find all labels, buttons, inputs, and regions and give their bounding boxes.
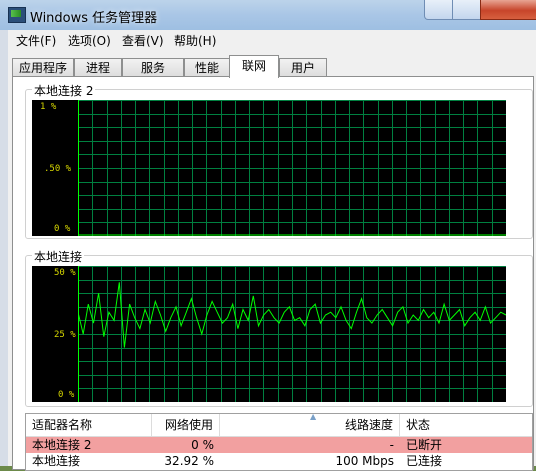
minimize-button[interactable] (424, 0, 453, 20)
y-label-mid: 25 % (54, 330, 76, 340)
menu-bar: 文件(F) 选项(O) 查看(V) 帮助(H) (8, 30, 536, 50)
window-title: Windows 任务管理器 (30, 11, 158, 26)
y-label-max: 50 % (54, 268, 76, 278)
y-label-min: 0 % (58, 390, 75, 400)
tab-applications[interactable]: 应用程序 (12, 58, 74, 77)
client-area: 应用程序 进程 服务 性能 联网 用户 本地连接 2 1 % .50 % 0 %… (8, 50, 536, 471)
adapter-name: 本地连接 2 (32, 438, 92, 452)
table-row[interactable]: 本地连接 2 0 % - 已断开 (26, 437, 532, 453)
adapter-usage: 0 % (191, 438, 214, 452)
adapter-usage: 32.92 % (164, 454, 214, 468)
graph-plot-1 (78, 100, 506, 236)
menu-options[interactable]: 选项(O) (68, 32, 111, 49)
network-graph-1: 1 % .50 % 0 % (32, 100, 506, 236)
networking-panel: 本地连接 2 1 % .50 % 0 % 本地连接 50 % 25 % 0 % (12, 76, 534, 471)
tab-users[interactable]: 用户 (279, 58, 327, 77)
adapter-status: 已断开 (406, 438, 443, 452)
sort-arrow-icon: ▲ (310, 413, 317, 421)
column-network-usage[interactable]: 网络使用率 (152, 414, 220, 454)
tab-performance[interactable]: 性能 (184, 58, 230, 77)
adapter-list: 适配器名称 网络使用率 线路速度 ▲ 状态 本地连接 2 0 % - 已断开 本… (25, 413, 533, 471)
tab-services[interactable]: 服务 (122, 58, 184, 77)
graph-label: 本地连接 2 (32, 82, 96, 99)
y-label-max: 1 % (40, 102, 57, 112)
adapter-status: 已连接 (406, 454, 443, 468)
menu-help[interactable]: 帮助(H) (174, 32, 216, 49)
adapter-speed: - (389, 438, 394, 452)
network-graph-2: 50 % 25 % 0 % (32, 266, 506, 402)
task-manager-icon (8, 7, 26, 23)
adapter-speed: 100 Mbps (335, 454, 394, 468)
menu-view[interactable]: 查看(V) (122, 32, 164, 49)
column-state[interactable]: 状态 (400, 414, 532, 436)
graph-group-local-connection: 本地连接 50 % 25 % 0 % (25, 248, 533, 407)
graph-label: 本地连接 (32, 248, 85, 265)
y-label-mid: .50 % (44, 164, 72, 174)
table-row[interactable]: 本地连接 32.92 % 100 Mbps 已连接 (26, 453, 532, 469)
adapter-name: 本地连接 (32, 454, 81, 468)
column-adapter-name[interactable]: 适配器名称 (26, 414, 152, 436)
adapter-list-header: 适配器名称 网络使用率 线路速度 ▲ 状态 (26, 413, 532, 454)
y-label-min: 0 % (54, 224, 71, 234)
task-manager-window: Windows 任务管理器 文件(F) 选项(O) 查看(V) 帮助(H) 应用… (0, 0, 536, 471)
graph-group-local-connection-2: 本地连接 2 1 % .50 % 0 % (25, 82, 533, 239)
close-button[interactable] (480, 0, 536, 20)
maximize-button[interactable] (452, 0, 481, 20)
title-bar[interactable]: Windows 任务管理器 (0, 0, 536, 30)
tab-processes[interactable]: 进程 (74, 58, 122, 77)
graph-plot-2 (78, 266, 506, 402)
window-controls (424, 0, 536, 20)
menu-file[interactable]: 文件(F) (16, 32, 56, 49)
tab-networking[interactable]: 联网 (229, 55, 279, 78)
